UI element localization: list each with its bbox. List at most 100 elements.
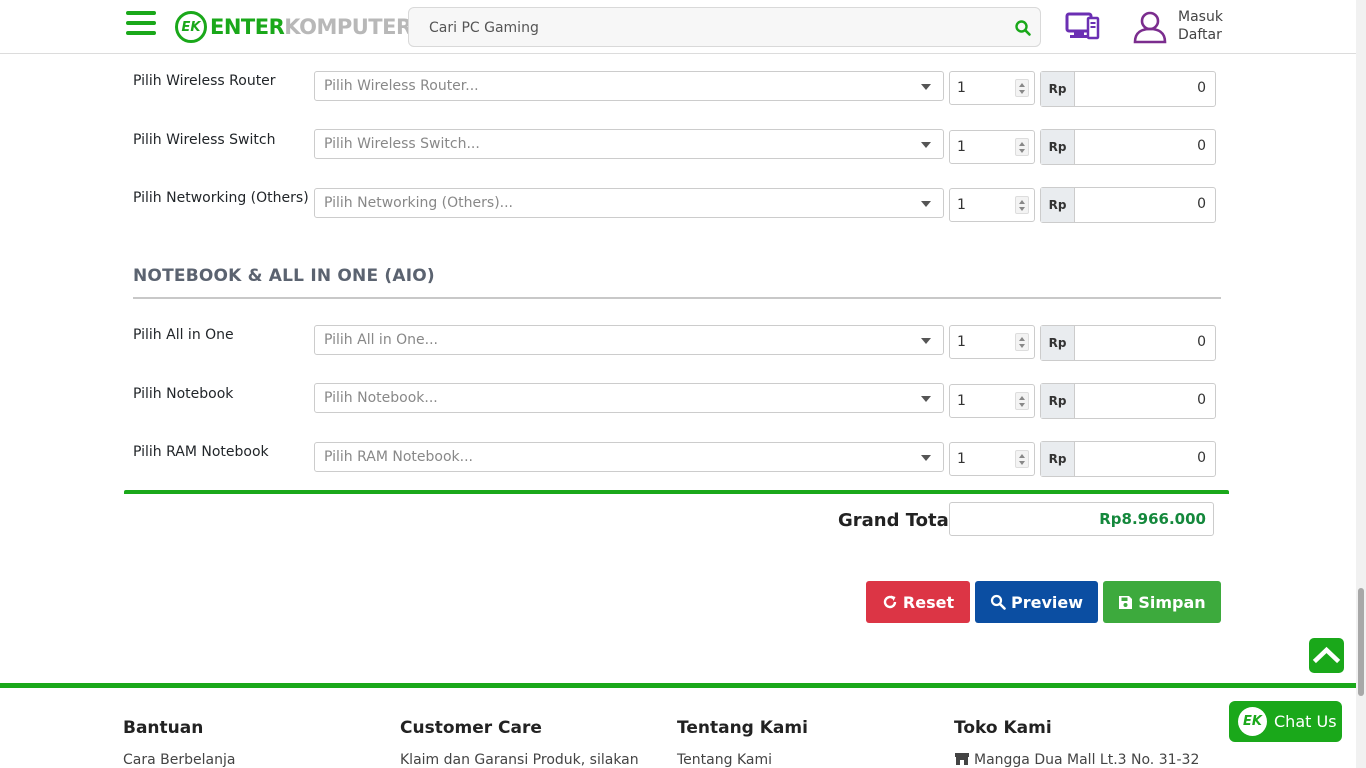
qty-spinner-icon[interactable] (1015, 392, 1029, 410)
qty-wireless-switch[interactable]: 1 (949, 130, 1035, 164)
select-wireless-router[interactable]: Pilih Wireless Router... (314, 71, 944, 101)
qty-value: 1 (957, 80, 966, 96)
site-logo[interactable]: EK ENTERKOMPUTER (175, 11, 412, 43)
chat-us-label: Chat Us (1274, 712, 1337, 731)
caret-down-icon (921, 338, 931, 344)
price-value: 0 (1197, 138, 1206, 154)
price-value: 0 (1197, 392, 1206, 408)
grand-total-divider (124, 490, 1229, 494)
reset-button[interactable]: Reset (866, 581, 970, 623)
scroll-to-top-button[interactable] (1309, 638, 1344, 673)
currency-addon: Rp (1041, 326, 1075, 360)
row-label-networking-others: Pilih Networking (Others) (133, 190, 309, 206)
qty-notebook[interactable]: 1 (949, 384, 1035, 418)
select-ram-notebook[interactable]: Pilih RAM Notebook... (314, 442, 944, 472)
hamburger-menu-icon[interactable] (126, 11, 158, 39)
qty-all-in-one[interactable]: 1 (949, 325, 1035, 359)
select-networking-others[interactable]: Pilih Networking (Others)... (314, 188, 944, 218)
price-value: 0 (1197, 80, 1206, 96)
row-label-wireless-switch: Pilih Wireless Switch (133, 132, 276, 148)
search-box (408, 7, 1041, 47)
select-placeholder: Pilih Wireless Switch... (324, 136, 480, 152)
select-placeholder: Pilih Networking (Others)... (324, 195, 513, 211)
footer-divider (0, 683, 1356, 688)
footer-link-tentang-kami[interactable]: Tentang Kami (677, 752, 772, 768)
caret-down-icon (921, 201, 931, 207)
footer-link-cara-berbelanja[interactable]: Cara Berbelanja (123, 752, 235, 768)
logo-text-enter: ENTER (210, 15, 285, 39)
reset-button-label: Reset (902, 592, 955, 612)
select-placeholder: Pilih All in One... (324, 332, 439, 348)
qty-spinner-icon[interactable] (1015, 138, 1029, 156)
logo-mark-icon: EK (175, 11, 207, 43)
price-all-in-one: Rp 0 (1040, 325, 1216, 361)
chat-logo-icon: EK (1238, 707, 1267, 736)
caret-down-icon (921, 455, 931, 461)
price-value: 0 (1197, 450, 1206, 466)
qty-spinner-icon[interactable] (1015, 333, 1029, 351)
grand-total-value: Rp8.966.000 (1099, 510, 1206, 528)
select-placeholder: Pilih Notebook... (324, 390, 438, 406)
qty-value: 1 (957, 393, 966, 409)
footer-text-klaim-garansi: Klaim dan Garansi Produk, silakan (400, 752, 639, 768)
footer-link-store-address[interactable]: Mangga Dua Mall Lt.3 No. 31-32 (954, 752, 1199, 768)
qty-value: 1 (957, 139, 966, 155)
refresh-icon (883, 595, 897, 609)
qty-spinner-icon[interactable] (1015, 79, 1029, 97)
currency-addon: Rp (1041, 130, 1075, 164)
logo-text-komputer: KOMPUTER (284, 15, 412, 39)
footer-heading-bantuan: Bantuan (123, 718, 204, 738)
qty-networking-others[interactable]: 1 (949, 188, 1035, 222)
currency-addon: Rp (1041, 188, 1075, 222)
price-ram-notebook: Rp 0 (1040, 441, 1216, 477)
select-placeholder: Pilih RAM Notebook... (324, 449, 474, 465)
qty-spinner-icon[interactable] (1015, 196, 1029, 214)
preview-button[interactable]: Preview (975, 581, 1098, 623)
price-notebook: Rp 0 (1040, 383, 1216, 419)
qty-value: 1 (957, 451, 966, 467)
login-link[interactable]: Masuk (1178, 8, 1223, 26)
qty-spinner-icon[interactable] (1015, 450, 1029, 468)
select-wireless-switch[interactable]: Pilih Wireless Switch... (314, 129, 944, 159)
qty-ram-notebook[interactable]: 1 (949, 442, 1035, 476)
section-title-notebook-aio: NOTEBOOK & ALL IN ONE (AIO) (133, 266, 435, 286)
select-notebook[interactable]: Pilih Notebook... (314, 383, 944, 413)
qty-value: 1 (957, 197, 966, 213)
pc-builder-icon[interactable] (1064, 10, 1100, 42)
floppy-disk-icon (1119, 595, 1133, 609)
top-header: EK ENTERKOMPUTER Masuk Daftar (0, 0, 1356, 54)
price-networking-others: Rp 0 (1040, 187, 1216, 223)
section-divider (133, 297, 1221, 299)
select-placeholder: Pilih Wireless Router... (324, 78, 479, 94)
search-icon[interactable] (1014, 19, 1032, 37)
currency-addon: Rp (1041, 442, 1075, 476)
caret-down-icon (921, 396, 931, 402)
user-account-icon[interactable] (1132, 10, 1168, 44)
select-all-in-one[interactable]: Pilih All in One... (314, 325, 944, 355)
footer-heading-toko-kami: Toko Kami (954, 718, 1052, 738)
auth-links: Masuk Daftar (1178, 8, 1223, 44)
chevron-up-icon (1312, 646, 1341, 664)
row-label-all-in-one: Pilih All in One (133, 327, 234, 343)
price-value: 0 (1197, 334, 1206, 350)
register-link[interactable]: Daftar (1178, 26, 1223, 44)
save-button-label: Simpan (1138, 592, 1206, 612)
row-label-notebook: Pilih Notebook (133, 386, 234, 402)
price-wireless-switch: Rp 0 (1040, 129, 1216, 165)
search-icon (990, 594, 1006, 610)
grand-total-label: Grand Total (838, 510, 955, 531)
chat-us-button[interactable]: EK Chat Us (1229, 701, 1342, 742)
scrollbar-thumb[interactable] (1358, 588, 1364, 696)
page-scrollbar[interactable] (1356, 0, 1366, 768)
currency-addon: Rp (1041, 384, 1075, 418)
currency-addon: Rp (1041, 72, 1075, 106)
row-label-wireless-router: Pilih Wireless Router (133, 73, 276, 89)
footer-heading-tentang-kami: Tentang Kami (677, 718, 808, 738)
row-label-ram-notebook: Pilih RAM Notebook (133, 444, 269, 460)
store-address-text: Mangga Dua Mall Lt.3 No. 31-32 (974, 752, 1200, 768)
save-button[interactable]: Simpan (1103, 581, 1221, 623)
preview-button-label: Preview (1010, 592, 1083, 612)
search-input[interactable] (429, 18, 999, 38)
store-icon (955, 753, 969, 765)
qty-wireless-router[interactable]: 1 (949, 71, 1035, 105)
